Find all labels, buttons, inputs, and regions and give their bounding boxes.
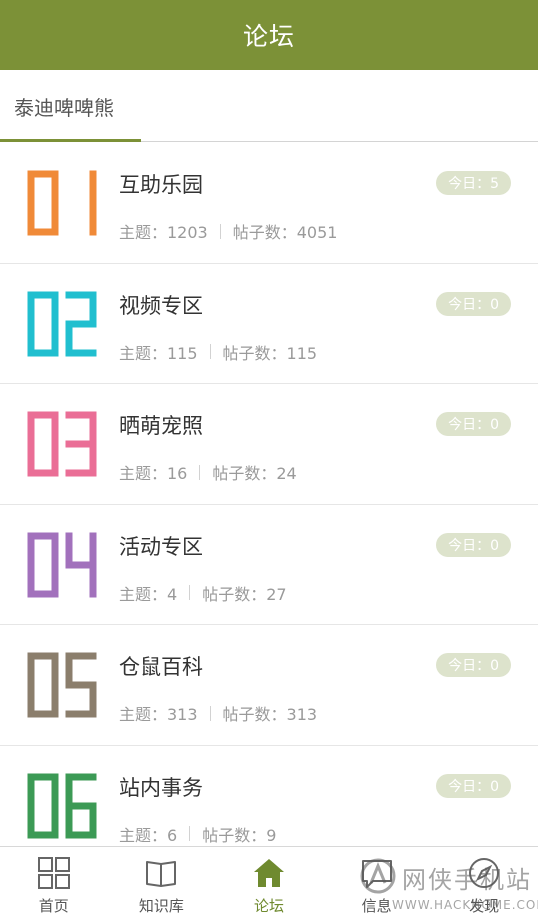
subtab-teddy[interactable]: 泰迪啤啤熊	[0, 70, 141, 142]
forum-stats: 主题：115 帖子数：115	[119, 340, 317, 364]
forum-number-glyph	[27, 411, 97, 477]
tab-home[interactable]: 首页	[0, 847, 108, 920]
post-count: 帖子数：9	[202, 825, 277, 845]
today-badge: 今日：5	[436, 171, 511, 195]
tab-knowledge[interactable]: 知识库	[108, 847, 216, 920]
grid-icon	[37, 857, 70, 889]
forum-row[interactable]: 晒萌宠照 主题：16 帖子数：24 今日：0	[0, 384, 538, 505]
post-count: 帖子数：115	[222, 343, 318, 363]
app-header: 论坛	[0, 0, 538, 70]
tab-discover[interactable]: 发现	[430, 847, 538, 920]
forum-row[interactable]: 互助乐园 主题：1203 帖子数：4051 今日：5	[0, 143, 538, 264]
tab-messages[interactable]: 信息	[323, 847, 431, 920]
book-icon	[146, 861, 177, 887]
forum-number	[22, 649, 100, 721]
forum-number-glyph	[27, 773, 97, 838]
tab-label: 论坛	[253, 897, 284, 915]
post-count: 帖子数：313	[222, 705, 318, 724]
forum-stats: 主题：6 帖子数：9	[119, 822, 276, 846]
forum-title: 晒萌宠照	[119, 414, 203, 438]
stats-divider	[219, 223, 221, 239]
stats-divider	[199, 464, 201, 480]
forum-number-glyph	[27, 170, 97, 236]
stats-divider	[189, 826, 191, 841]
subtab-indicator	[0, 139, 141, 142]
topic-count: 主题：313	[119, 705, 198, 724]
forum-list: 互助乐园 主题：1203 帖子数：4051 今日：5 视频专区 主题：115 帖…	[0, 143, 538, 866]
forum-stats: 主题：1203 帖子数：4051	[119, 219, 337, 243]
forum-number	[22, 770, 100, 842]
tab-label: 知识库	[138, 897, 184, 915]
post-count: 帖子数：4051	[232, 223, 338, 242]
forum-stats: 主题：4 帖子数：27	[119, 581, 287, 605]
topic-count: 主题：115	[119, 343, 198, 363]
post-count: 帖子数：27	[202, 584, 287, 604]
today-badge: 今日：0	[436, 773, 511, 798]
forum-number-glyph	[27, 291, 97, 356]
forum-number	[22, 529, 100, 601]
forum-row[interactable]: 活动专区 主题：4 帖子数：27 今日：0	[0, 504, 538, 625]
forum-row[interactable]: 仓鼠百科 主题：313 帖子数：313 今日：0	[0, 625, 538, 746]
forum-title: 站内事务	[119, 775, 203, 800]
forum-number	[22, 288, 100, 360]
tab-forum[interactable]: 论坛	[215, 847, 323, 920]
forum-title: 视频专区	[119, 293, 203, 318]
forum-stats: 主题：16 帖子数：24	[119, 460, 297, 484]
stats-divider	[209, 705, 211, 721]
home-icon	[253, 859, 284, 887]
forum-row[interactable]: 视频专区 主题：115 帖子数：115 今日：0	[0, 263, 538, 384]
tab-label: 信息	[361, 897, 392, 915]
bottom-tab-bar: 首页 知识库 论坛 信息 发现	[0, 846, 538, 920]
subtab-bar: 泰迪啤啤熊	[0, 70, 538, 142]
forum-stats: 主题：313 帖子数：313	[119, 701, 317, 725]
topic-count: 主题：1203	[119, 223, 208, 242]
message-icon	[361, 860, 392, 888]
forum-title: 互助乐园	[119, 173, 203, 197]
topic-count: 主题：16	[119, 464, 188, 483]
stats-divider	[189, 585, 191, 600]
stats-divider	[209, 344, 211, 359]
tab-label: 发现	[469, 897, 500, 915]
subtab-label: 泰迪啤啤熊	[14, 95, 114, 120]
today-badge: 今日：0	[436, 653, 511, 677]
forum-title: 仓鼠百科	[119, 655, 203, 679]
page-title: 论坛	[242, 22, 295, 51]
forum-number-glyph	[27, 652, 97, 718]
topic-count: 主题：6	[119, 825, 178, 845]
forum-number	[22, 408, 100, 480]
today-badge: 今日：0	[436, 291, 511, 316]
today-badge: 今日：0	[436, 532, 511, 557]
tab-label: 首页	[38, 897, 69, 915]
forum-title: 活动专区	[119, 534, 203, 559]
forum-number	[22, 167, 100, 239]
topic-count: 主题：4	[119, 584, 178, 604]
forum-number-glyph	[27, 532, 97, 597]
post-count: 帖子数：24	[212, 464, 297, 483]
compass-icon	[469, 858, 500, 888]
today-badge: 今日：0	[436, 412, 511, 436]
